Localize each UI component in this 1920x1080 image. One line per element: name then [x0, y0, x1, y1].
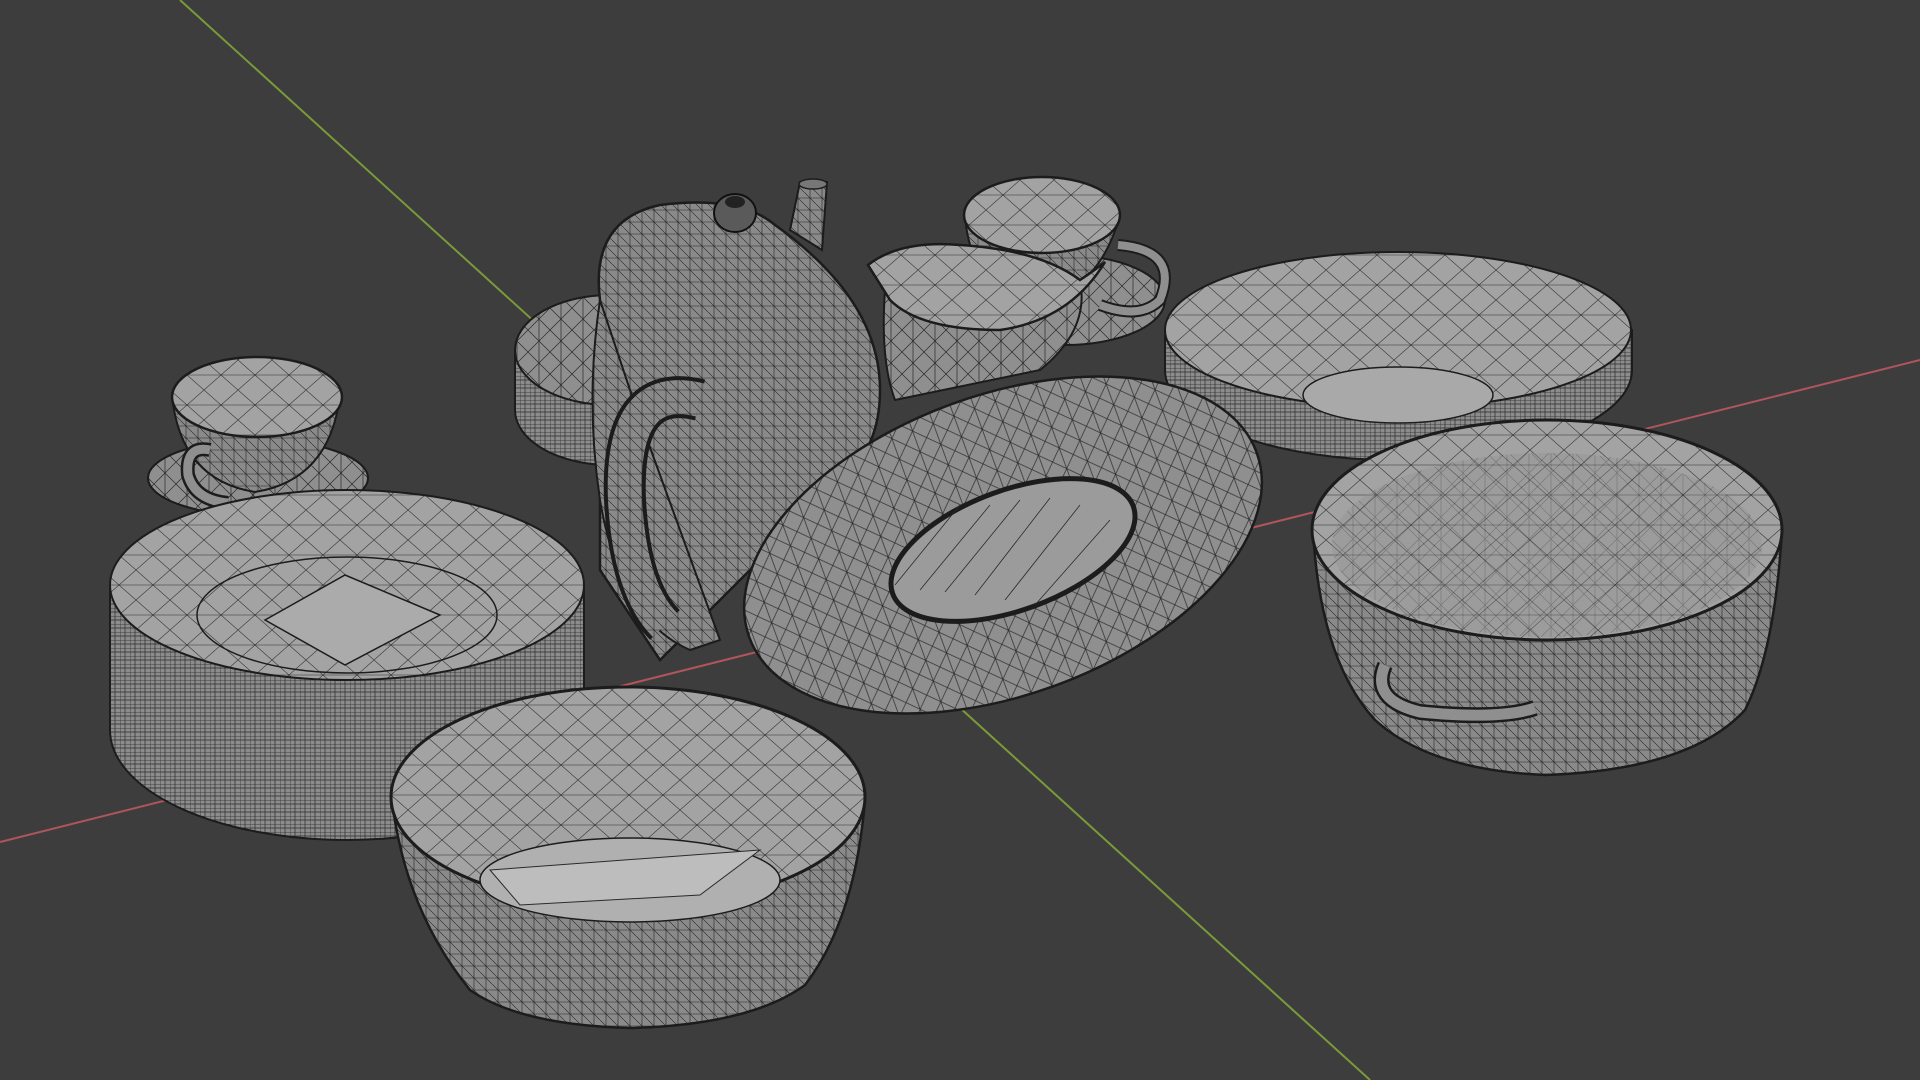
- bowl-right[interactable]: [1310, 418, 1784, 777]
- bowl-front[interactable]: [389, 685, 867, 1030]
- 3d-viewport[interactable]: [0, 0, 1920, 1080]
- viewport-canvas[interactable]: [0, 0, 1920, 1080]
